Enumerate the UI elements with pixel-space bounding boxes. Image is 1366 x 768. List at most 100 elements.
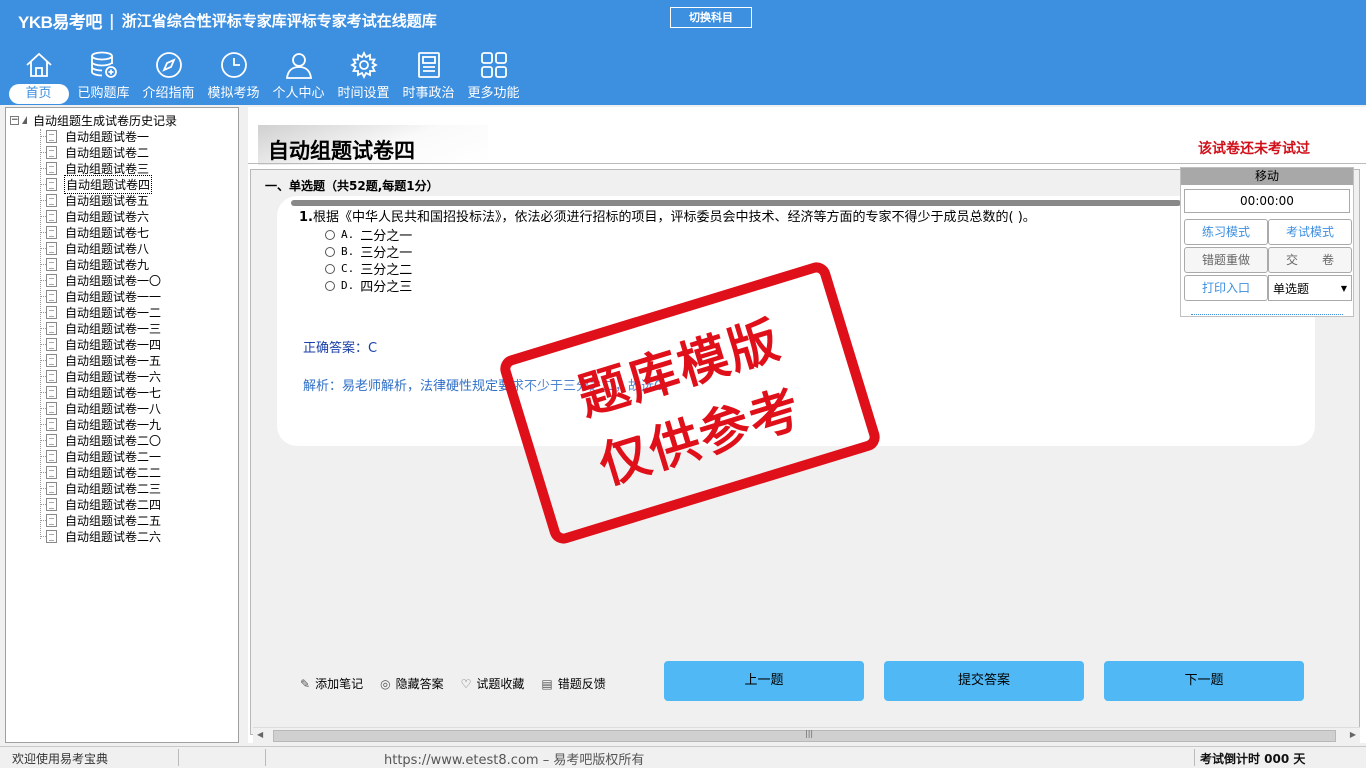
switch-subject-button[interactable]: 切换科目 (670, 7, 752, 28)
radio-icon[interactable] (325, 263, 335, 274)
radio-icon[interactable] (325, 246, 335, 257)
tree-item-label: 自动组题试卷一一 (65, 289, 162, 304)
favorite-tool[interactable]: ♡ 试题收藏 (461, 675, 525, 692)
tree-root[interactable]: − 自动组题生成试卷历史记录 (10, 113, 177, 128)
nav-current-affairs[interactable]: 时事政治 (396, 50, 461, 104)
tree-item[interactable]: 自动组题试卷二三 (39, 480, 162, 496)
tool-label: 试题收藏 (476, 677, 525, 691)
app-logo: YKB易考吧 (18, 13, 102, 32)
status-bar: 欢迎使用易考宝典 https://www.etest8.com – 易考吧版权所… (0, 746, 1366, 768)
tree-item[interactable]: 自动组题试卷一一 (39, 288, 162, 304)
feedback-tool[interactable]: ▤ 错题反馈 (541, 675, 605, 692)
next-question-button[interactable]: 下一题 (1104, 661, 1304, 701)
heart-icon: ♡ (460, 676, 472, 691)
nav-time-settings[interactable]: 时间设置 (331, 50, 396, 104)
option-c[interactable]: C. 三分之二 (325, 260, 412, 278)
brand-separator: | (108, 11, 115, 30)
tree-item-label: 自动组题试卷一九 (65, 417, 162, 432)
nav-more[interactable]: 更多功能 (461, 50, 526, 104)
tree-item-label: 自动组题试卷一三 (65, 321, 162, 336)
collapse-icon[interactable]: − (10, 115, 19, 125)
prev-question-button[interactable]: 上一题 (664, 661, 864, 701)
nav-label: 个人中心 (272, 86, 325, 101)
scroll-right-icon[interactable]: ▶ (1350, 730, 1356, 739)
grid-icon (480, 52, 507, 78)
tree-item[interactable]: 自动组题试卷七 (39, 224, 162, 240)
question-type-value: 单选题 (1273, 281, 1310, 296)
scroll-left-icon[interactable]: ◀ (257, 730, 263, 739)
tree-item[interactable]: 自动组题试卷二六 (39, 528, 162, 544)
tree-guide-line (40, 129, 41, 539)
nav-purchased[interactable]: 已购题库 (71, 50, 136, 104)
tree-item[interactable]: 自动组题试卷一五 (39, 352, 162, 368)
radio-icon[interactable] (325, 280, 335, 291)
redo-wrong-button[interactable]: 错题重做 (1184, 247, 1268, 273)
panel-move-handle[interactable]: 移动 (1181, 168, 1353, 185)
tree-item-label: 自动组题试卷一五 (65, 353, 162, 368)
document-icon (46, 209, 57, 223)
app-header: YKB易考吧 | 浙江省综合性评标专家库评标专家考试在线题库 切换科目 首页 已… (0, 0, 1366, 105)
tree-item-label: 自动组题试卷二〇 (65, 433, 162, 448)
tree-item[interactable]: 自动组题试卷六 (39, 208, 162, 224)
exam-countdown: 考试倒计时 000 天 (1200, 752, 1306, 766)
tree-item[interactable]: 自动组题试卷二五 (39, 512, 162, 528)
horizontal-scrollbar[interactable]: ◀ ||| ▶ (253, 727, 1360, 743)
tree-item[interactable]: 自动组题试卷五 (39, 192, 162, 208)
tree-item[interactable]: 自动组题试卷二 (39, 144, 162, 160)
feedback-icon: ▤ (541, 676, 553, 691)
nav-profile[interactable]: 个人中心 (266, 50, 331, 104)
tree-item[interactable]: 自动组题试卷一九 (39, 416, 162, 432)
exam-mode-button[interactable]: 考试模式 (1268, 219, 1352, 245)
document-icon (46, 449, 57, 463)
tree-item[interactable]: 自动组题试卷一八 (39, 400, 162, 416)
tree-item[interactable]: 自动组题试卷九 (39, 256, 162, 272)
folder-icon (22, 116, 27, 124)
option-d[interactable]: D. 四分之三 (325, 277, 412, 295)
tree-item[interactable]: 自动组题试卷二〇 (39, 432, 162, 448)
radio-icon[interactable] (325, 229, 335, 240)
nav-home[interactable]: 首页 (6, 50, 71, 104)
tree-item-label: 自动组题试卷二二 (65, 465, 162, 480)
tree-item[interactable]: 自动组题试卷一〇 (39, 272, 162, 288)
document-icon (46, 289, 57, 303)
document-icon (46, 257, 57, 271)
document-icon (46, 129, 57, 143)
submit-answer-button[interactable]: 提交答案 (884, 661, 1084, 701)
practice-mode-button[interactable]: 练习模式 (1184, 219, 1268, 245)
submit-paper-button[interactable]: 交 卷 (1268, 247, 1352, 273)
tree-item-label: 自动组题试卷一六 (65, 369, 162, 384)
tree-item[interactable]: 自动组题试卷一七 (39, 384, 162, 400)
nav-guide[interactable]: 介绍指南 (136, 50, 201, 104)
nav-label: 已购题库 (77, 86, 130, 101)
tree-item[interactable]: 自动组题试卷二二 (39, 464, 162, 480)
tool-label: 添加笔记 (315, 677, 364, 691)
option-b[interactable]: B. 三分之一 (325, 243, 412, 261)
document-icon (46, 465, 57, 479)
hide-answer-tool[interactable]: ◎ 隐藏答案 (380, 675, 444, 692)
tree-item[interactable]: 自动组题试卷一 (39, 128, 162, 144)
nav-mock-exam[interactable]: 模拟考场 (201, 50, 266, 104)
document-icon (46, 385, 57, 399)
tree-item-label: 自动组题试卷九 (65, 257, 150, 272)
tree-item[interactable]: 自动组题试卷一三 (39, 320, 162, 336)
tree-item[interactable]: 自动组题试卷一六 (39, 368, 162, 384)
tree-item[interactable]: 自动组题试卷二四 (39, 496, 162, 512)
document-icon (46, 353, 57, 367)
tree-item[interactable]: 自动组题试卷二一 (39, 448, 162, 464)
add-note-tool[interactable]: ✎ 添加笔记 (300, 675, 363, 692)
print-button[interactable]: 打印入口 (1184, 275, 1268, 301)
tree-item-label: 自动组题试卷二六 (65, 529, 162, 544)
question-tools: ✎ 添加笔记 ◎ 隐藏答案 ♡ 试题收藏 ▤ 错题反馈 (300, 675, 623, 692)
tree-item[interactable]: 自动组题试卷一二 (39, 304, 162, 320)
tree-item[interactable]: 自动组题试卷一四 (39, 336, 162, 352)
exam-timer: 00:00:00 (1184, 189, 1350, 213)
welcome-text: 欢迎使用易考宝典 (12, 752, 109, 766)
status-separator (265, 749, 266, 766)
option-a[interactable]: A. 二分之一 (325, 226, 412, 244)
compass-icon (155, 52, 182, 78)
nav-label: 更多功能 (467, 86, 520, 101)
tree-item[interactable]: 自动组题试卷四 (39, 174, 162, 194)
tree-item[interactable]: 自动组题试卷八 (39, 240, 162, 256)
document-icon (46, 161, 57, 175)
question-type-select[interactable]: 单选题 ▼ (1268, 275, 1352, 301)
